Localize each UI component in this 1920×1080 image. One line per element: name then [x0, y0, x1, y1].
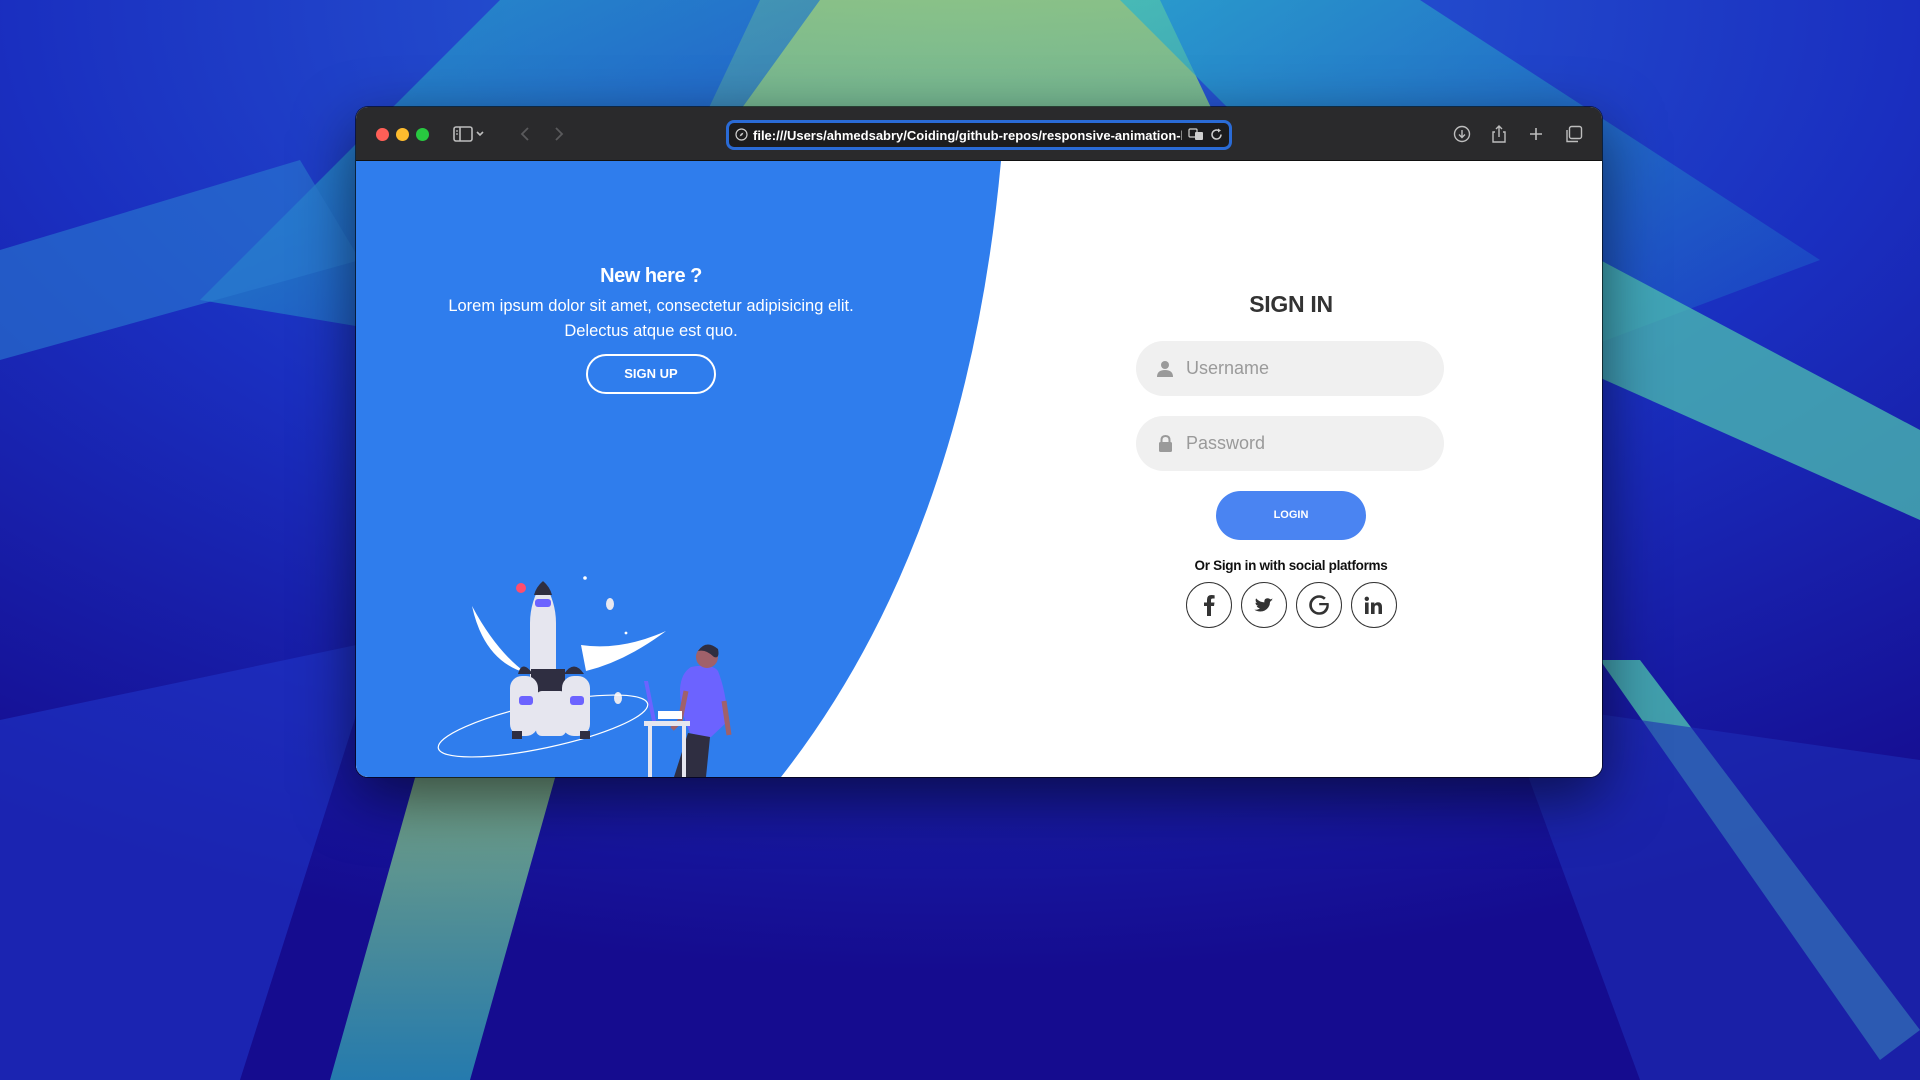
user-icon	[1156, 360, 1174, 378]
close-window-button[interactable]	[376, 128, 389, 141]
panel-description-line2: Delectus atque est quo.	[564, 322, 738, 340]
google-icon[interactable]	[1295, 582, 1342, 628]
new-tab-icon[interactable]	[1523, 121, 1549, 147]
browser-window: file:///Users/ahmedsabry/Coiding/github-…	[356, 107, 1602, 777]
username-input[interactable]	[1186, 358, 1426, 379]
back-icon[interactable]	[512, 121, 538, 147]
panel-description-line1: Lorem ipsum dolor sit amet, consectetur …	[448, 297, 854, 315]
social-platforms-text: Or Sign in with social platforms	[1194, 558, 1388, 573]
forward-icon[interactable]	[546, 121, 572, 147]
rocket-illustration	[437, 576, 732, 777]
sign-in-form: SIGN IN LOGIN Or Sign in with social pla…	[1136, 291, 1446, 628]
social-buttons	[1136, 582, 1446, 628]
chevron-down-icon[interactable]	[472, 121, 488, 147]
sign-up-button[interactable]: SIGN UP	[586, 354, 716, 394]
new-here-title: New here ?	[600, 265, 702, 287]
linkedin-icon[interactable]	[1350, 582, 1397, 628]
address-bar[interactable]: file:///Users/ahmedsabry/Coiding/github-…	[726, 120, 1232, 150]
sign-in-title: SIGN IN	[1249, 291, 1333, 317]
translate-icon[interactable]	[1188, 126, 1204, 145]
password-field[interactable]	[1136, 416, 1444, 471]
minimize-window-button[interactable]	[396, 128, 409, 141]
facebook-icon[interactable]	[1185, 582, 1232, 628]
reload-icon[interactable]	[1210, 126, 1223, 145]
compass-icon	[735, 126, 748, 145]
share-icon[interactable]	[1486, 121, 1512, 147]
twitter-icon[interactable]	[1240, 582, 1287, 628]
left-panel-content: New here ? Lorem ipsum dolor sit amet, c…	[416, 265, 886, 394]
panel-description: Lorem ipsum dolor sit amet, consectetur …	[416, 294, 886, 344]
tab-overview-icon[interactable]	[1561, 121, 1587, 147]
username-field[interactable]	[1136, 341, 1444, 396]
browser-toolbar: file:///Users/ahmedsabry/Coiding/github-…	[356, 107, 1602, 161]
lock-icon	[1156, 435, 1174, 453]
maximize-window-button[interactable]	[416, 128, 429, 141]
url-text: file:///Users/ahmedsabry/Coiding/github-…	[753, 127, 1182, 143]
page-viewport: New here ? Lorem ipsum dolor sit amet, c…	[356, 161, 1602, 777]
password-input[interactable]	[1186, 433, 1426, 454]
downloads-icon[interactable]	[1449, 121, 1475, 147]
login-button[interactable]: LOGIN	[1216, 491, 1366, 540]
